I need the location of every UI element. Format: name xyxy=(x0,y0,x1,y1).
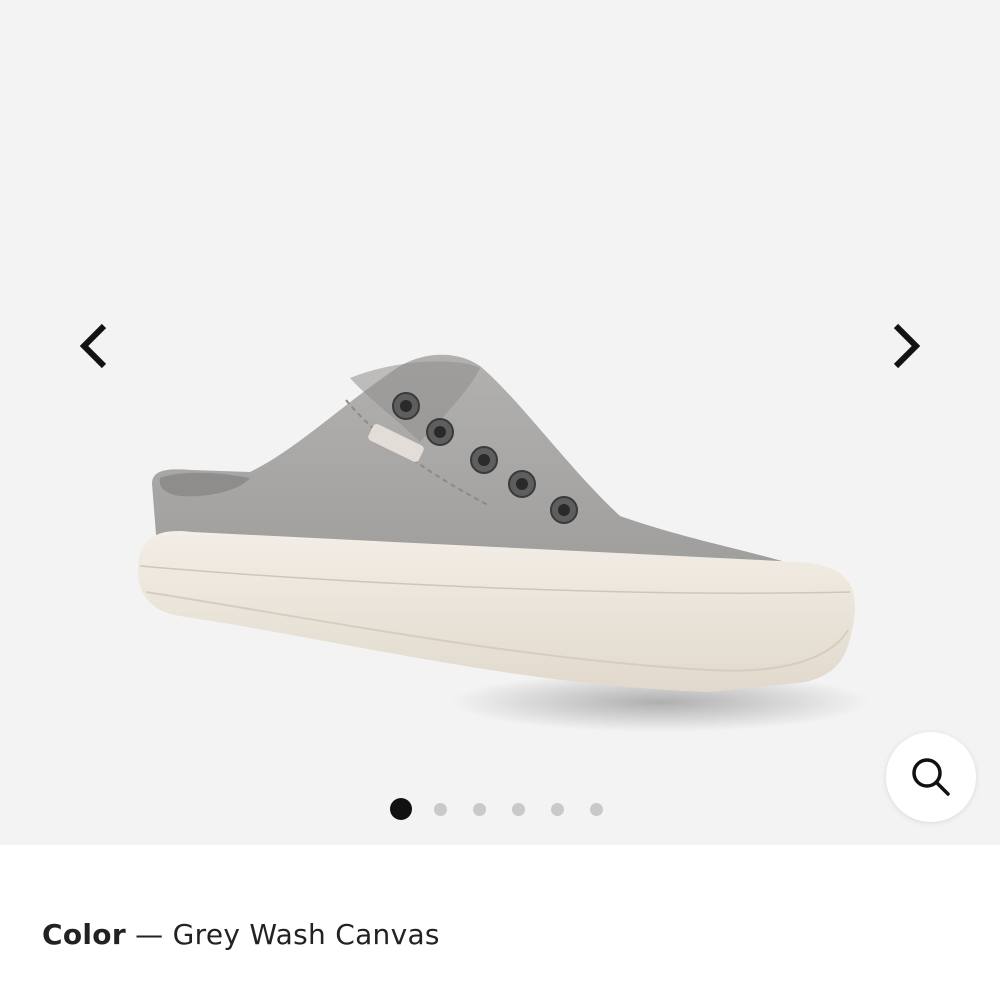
carousel-dot[interactable] xyxy=(473,802,486,816)
chevron-left-icon xyxy=(79,323,107,369)
product-image-gallery xyxy=(0,0,1000,845)
zoom-button[interactable] xyxy=(886,732,976,822)
color-value: Grey Wash Canvas xyxy=(172,918,440,951)
carousel-dot[interactable] xyxy=(551,802,564,816)
next-image-button[interactable] xyxy=(876,316,936,376)
product-image[interactable] xyxy=(100,330,880,750)
color-label: Color xyxy=(42,918,126,951)
selected-color: Color — Grey Wash Canvas xyxy=(42,918,440,951)
chevron-right-icon xyxy=(893,323,921,369)
carousel-pagination xyxy=(390,797,603,821)
search-icon xyxy=(912,758,950,796)
carousel-dot[interactable] xyxy=(590,802,603,816)
carousel-dot[interactable] xyxy=(512,802,525,816)
color-separator: — xyxy=(125,918,173,951)
carousel-dot[interactable] xyxy=(390,798,412,820)
carousel-dot[interactable] xyxy=(434,802,447,816)
previous-image-button[interactable] xyxy=(64,316,124,376)
